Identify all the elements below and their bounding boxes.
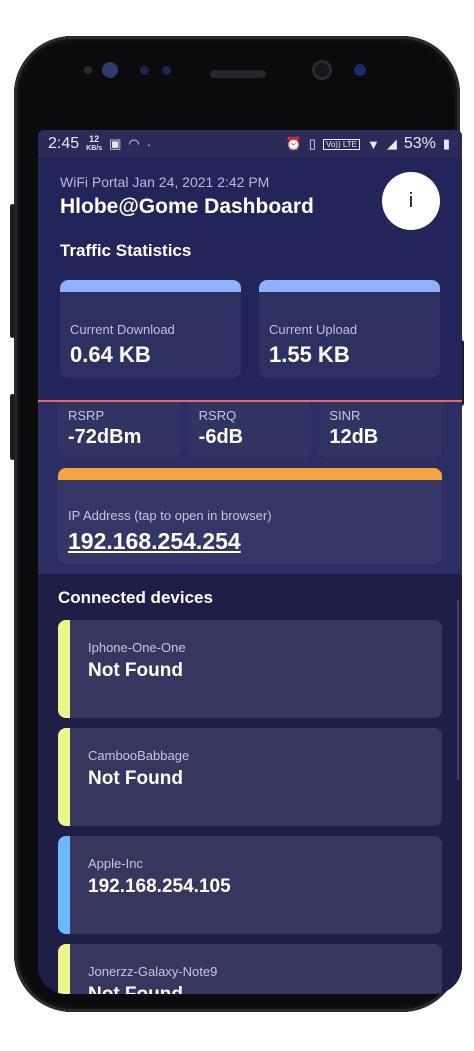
ip-band (58, 468, 442, 480)
device-card[interactable]: Apple-Inc 192.168.254.105 (58, 836, 442, 934)
device-name: CambooBabbage (88, 748, 190, 763)
ip-section: IP Address (tap to open in browser) 192.… (38, 466, 462, 574)
signal-icon: ◢ (386, 136, 397, 151)
ip-address-card[interactable]: IP Address (tap to open in browser) 192.… (58, 468, 442, 564)
device-name: Apple-Inc (88, 856, 143, 871)
device-status: Not Found (88, 984, 183, 994)
download-value: 0.64 KB (70, 342, 151, 367)
alarm-icon: ⏰ (285, 136, 302, 151)
phone-frame: 2:45 12 KB/s ▣ ◠ · ⏰ ▯ Vo)) LTE ▼ ◢ 53% … (10, 36, 464, 1012)
volte-icon: Vo)) LTE (322, 138, 360, 150)
screen: 2:45 12 KB/s ▣ ◠ · ⏰ ▯ Vo)) LTE ▼ ◢ 53% … (38, 130, 462, 994)
signal-cards: RSRP -72dBm RSRQ -6dB SINR 12dB (38, 402, 462, 466)
status-bar-not-found (58, 944, 70, 994)
sinr-label: SINR (329, 408, 361, 423)
ip-label: IP Address (tap to open in browser) (68, 508, 272, 523)
download-card: Current Download 0.64 KB (60, 280, 241, 378)
clock: 2:45 (48, 135, 80, 152)
proximity-sensor (140, 66, 149, 75)
upload-label: Current Upload (269, 322, 358, 337)
status-bar-not-found (58, 728, 70, 826)
speed-value: 12 (89, 134, 100, 144)
dashboard-header: WiFi Portal Jan 24, 2021 2:42 PM Hlobe@G… (38, 158, 462, 270)
device-status: 192.168.254.105 (88, 876, 231, 897)
speed-unit: KB/s (86, 145, 103, 152)
rsrp-value: -72dBm (68, 426, 142, 448)
info-button[interactable]: i (382, 172, 440, 230)
light-sensor (162, 66, 171, 75)
device-card[interactable]: CambooBabbage Not Found (58, 728, 442, 826)
upload-value: 1.55 KB (269, 342, 350, 367)
sinr-card: SINR 12dB (319, 402, 443, 458)
status-bar-found (58, 836, 70, 934)
earpiece-speaker (210, 70, 266, 78)
camera-bar (14, 36, 460, 130)
rsrq-card: RSRQ -6dB (188, 402, 312, 458)
download-label: Current Download (70, 322, 175, 337)
device-name: Iphone-One-One (88, 640, 186, 655)
scrollbar[interactable] (457, 600, 459, 780)
traffic-section-title: Traffic Statistics (60, 241, 192, 260)
device-card[interactable]: Jonerzz-Galaxy-Note9 Not Found (58, 944, 442, 994)
traffic-cards: Current Download 0.64 KB Current Upload … (38, 270, 462, 400)
upload-card: Current Upload 1.55 KB (259, 280, 440, 378)
image-icon: ▣ (109, 136, 122, 151)
wifi-x-icon: ▼ (366, 136, 380, 152)
device-name: Jonerzz-Galaxy-Note9 (88, 964, 218, 979)
ip-address-link[interactable]: 192.168.254.254 (68, 528, 241, 555)
vibrate-icon: ▯ (308, 136, 316, 151)
wifi-icon: ◠ (128, 136, 140, 151)
network-speed: 12 KB/s (86, 135, 102, 153)
download-band (60, 280, 241, 292)
status-bar-not-found (58, 620, 70, 718)
rsrp-card: RSRP -72dBm (58, 402, 181, 458)
bixby-button (10, 204, 15, 338)
device-status: Not Found (88, 768, 183, 789)
rsrp-label: RSRP (68, 408, 105, 423)
sensor-dot (84, 66, 92, 74)
devices-section-title: Connected devices (58, 588, 213, 607)
sinr-value: 12dB (329, 426, 379, 448)
rsrq-value: -6dB (198, 426, 244, 448)
device-card[interactable]: Iphone-One-One Not Found (58, 620, 442, 718)
rsrq-label: RSRQ (198, 408, 237, 423)
battery-percent: 53% (403, 135, 436, 152)
battery-icon: ▮ (442, 136, 450, 151)
portal-subtitle: WiFi Portal Jan 24, 2021 2:42 PM (60, 174, 270, 190)
volume-button (10, 394, 15, 460)
front-camera (312, 60, 332, 80)
devices-section: Connected devices Iphone-One-One Not Fou… (38, 574, 462, 994)
iris-sensor (102, 62, 118, 78)
upload-band (259, 280, 440, 292)
iris-camera (354, 64, 366, 76)
status-bar: 2:45 12 KB/s ▣ ◠ · ⏰ ▯ Vo)) LTE ▼ ◢ 53% … (38, 130, 462, 158)
device-status: Not Found (88, 660, 183, 681)
dot-icon: · (146, 136, 152, 152)
